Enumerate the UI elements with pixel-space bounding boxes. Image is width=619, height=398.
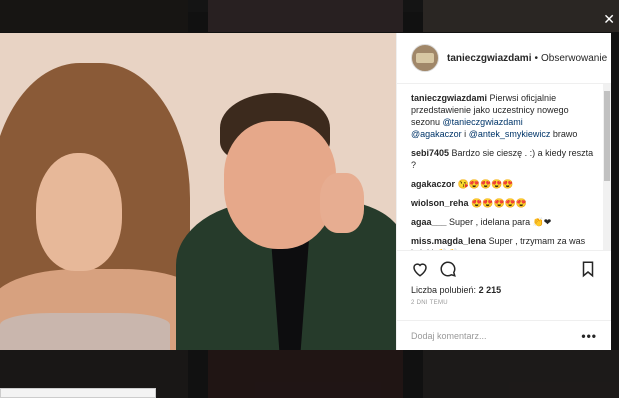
mention-link[interactable]: @agakaczor bbox=[411, 129, 462, 139]
close-icon[interactable]: ✕ bbox=[603, 12, 615, 26]
comment-item: agakaczor 😘😍😍😍😍 bbox=[411, 178, 597, 190]
post-side-panel: tanieczgwiazdami • Obserwowanie tanieczgwi… bbox=[396, 33, 611, 350]
comments-list[interactable]: tanieczgwiazdami Pierwsi oficjalnie prze… bbox=[397, 84, 611, 250]
caption-text-end: brawo bbox=[550, 129, 578, 139]
photo-man-face bbox=[224, 121, 336, 249]
caption: tanieczgwiazdami Pierwsi oficjalnie prze… bbox=[411, 92, 597, 140]
more-icon[interactable]: ••• bbox=[581, 329, 597, 343]
mention-link[interactable]: @antek_smykiewicz bbox=[469, 129, 551, 139]
header-separator: • bbox=[534, 52, 538, 64]
likes-label: Liczba polubień: bbox=[411, 285, 477, 295]
avatar[interactable] bbox=[411, 44, 439, 72]
header-username[interactable]: tanieczgwiazdami bbox=[447, 53, 531, 64]
comment-username[interactable]: wiolson_reha bbox=[411, 198, 469, 208]
comment-item: wiolson_reha 😍😍😍😍😍 bbox=[411, 197, 597, 209]
likes-number: 2 215 bbox=[478, 285, 502, 295]
bookmark-icon[interactable] bbox=[579, 260, 597, 278]
comment-text: Super , idelana para 👏❤ bbox=[449, 217, 552, 227]
heart-icon[interactable] bbox=[411, 260, 429, 278]
post-header: tanieczgwiazdami • Obserwowanie bbox=[397, 33, 611, 84]
post-photo[interactable] bbox=[0, 33, 396, 350]
comment-username[interactable]: agaa___ bbox=[411, 217, 447, 227]
scrollbar-thumb[interactable] bbox=[604, 91, 610, 181]
comment-icon[interactable] bbox=[439, 260, 457, 278]
photo-woman-face bbox=[36, 153, 122, 271]
header-text: tanieczgwiazdami • Obserwowanie bbox=[447, 53, 607, 64]
comment-username[interactable]: miss.magda_lena bbox=[411, 236, 486, 246]
avatar-logo bbox=[416, 53, 434, 63]
post-modal: tanieczgwiazdami • Obserwowanie tanieczgwi… bbox=[0, 33, 611, 350]
photo-woman-top bbox=[0, 313, 170, 350]
mention-link[interactable]: @tanieczgwiazdami bbox=[443, 117, 523, 127]
add-comment-bar: ••• bbox=[397, 320, 611, 350]
comment-username[interactable]: sebi7405 bbox=[411, 148, 449, 158]
comment-text: 😘😍😍😍😍 bbox=[457, 179, 514, 189]
likes-count[interactable]: Liczba polubień: 2 215 bbox=[411, 285, 597, 295]
photo-man-hand bbox=[320, 173, 364, 233]
caption-and: i bbox=[461, 129, 469, 139]
post-timestamp[interactable]: 2 DNI TEMU bbox=[411, 300, 597, 306]
follow-button[interactable]: Obserwowanie bbox=[541, 53, 607, 64]
add-comment-input[interactable] bbox=[411, 330, 582, 341]
action-icons bbox=[411, 257, 597, 281]
comment-item: miss.magda_lena Super , trzymam za was k… bbox=[411, 235, 597, 250]
comment-item: sebi7405 Bardzo sie cieszę . :) a kiedy … bbox=[411, 147, 597, 171]
comment-item: agaa___ Super , idelana para 👏❤ bbox=[411, 216, 597, 228]
comment-username[interactable]: tanieczgwiazdami bbox=[411, 93, 487, 103]
post-actions: Liczba polubień: 2 215 2 DNI TEMU ••• bbox=[397, 250, 611, 350]
comment-username[interactable]: agakaczor bbox=[411, 179, 455, 189]
status-bar-tooltip bbox=[0, 388, 156, 398]
comment-text: 😍😍😍😍😍 bbox=[471, 198, 528, 208]
